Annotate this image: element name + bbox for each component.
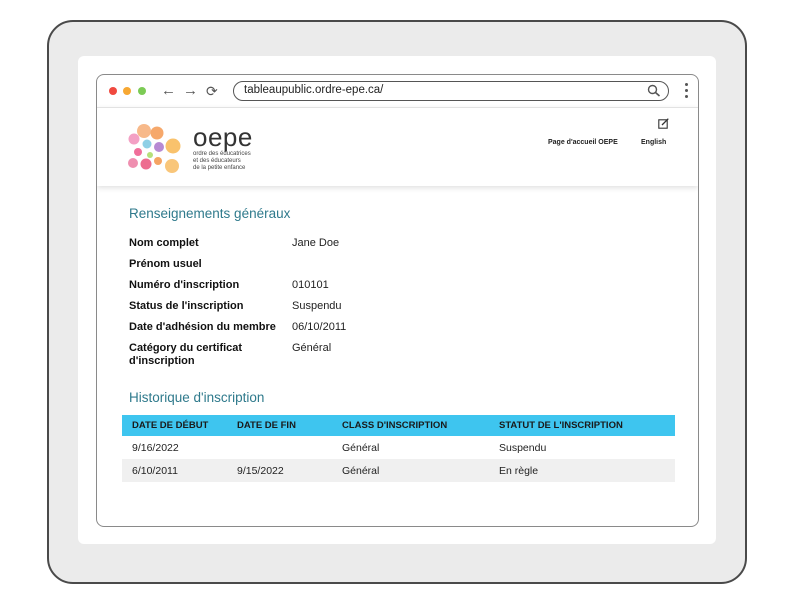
field-value-membership-date: 06/10/2011: [292, 321, 347, 333]
field-label-certificate-category: Catégory du certificat d'inscription: [129, 342, 243, 367]
column-header-class[interactable]: CLASS D'INSCRIPTION: [342, 420, 447, 431]
table-row: 6/10/2011 9/15/2022 Général En règle: [122, 459, 675, 482]
forward-arrow-icon[interactable]: →: [183, 81, 198, 101]
cell-status: En règle: [499, 465, 539, 477]
field-label-registration-status: Status de l'inscription: [129, 300, 244, 312]
reload-icon[interactable]: ⟳: [206, 81, 218, 101]
cell-start-date: 6/10/2011: [132, 465, 178, 477]
oepe-logo-text: oepe: [193, 122, 253, 152]
column-header-start-date[interactable]: DATE DE DÉBUT: [132, 420, 208, 431]
logo-sub-line-1: ordre des éducatrices: [193, 151, 251, 157]
field-label-full-name: Nom complet: [129, 237, 199, 249]
table-header-row: DATE DE DÉBUT DATE DE FIN CLASS D'INSCRI…: [122, 415, 675, 436]
logo-sub-line-3: de la petite enfance: [193, 165, 246, 171]
logo-sub-line-2: et des éducateurs: [193, 158, 241, 164]
close-window-dot[interactable]: [109, 87, 117, 95]
address-bar[interactable]: tableaupublic.ordre-epe.ca/: [233, 81, 669, 101]
browser-menu-icon[interactable]: [685, 83, 689, 99]
back-arrow-icon[interactable]: ←: [161, 81, 176, 101]
history-heading: Historique d'inscription: [129, 390, 265, 405]
field-value-registration-number: 010101: [292, 279, 329, 291]
browser-toolbar: ← → ⟳ tableaupublic.ordre-epe.ca/: [97, 75, 698, 107]
oepe-logo-icon: [128, 124, 181, 173]
field-label-usual-name: Prénom usuel: [129, 258, 202, 270]
field-label-membership-date: Date d'adhésion du membre: [129, 321, 276, 333]
cell-start-date: 9/16/2022: [132, 442, 179, 454]
url-text: tableaupublic.ordre-epe.ca/: [244, 84, 384, 96]
browser-window: ← → ⟳ tableaupublic.ordre-epe.ca/ oepe o…: [96, 74, 699, 527]
table-row: 9/16/2022 Général Suspendu: [122, 436, 675, 459]
registration-history-table: DATE DE DÉBUT DATE DE FIN CLASS D'INSCRI…: [122, 415, 675, 482]
field-value-certificate-category: Général: [292, 342, 332, 354]
edit-icon[interactable]: [658, 118, 669, 129]
cell-status: Suspendu: [499, 442, 547, 454]
english-link[interactable]: English: [641, 139, 666, 146]
cell-class: Général: [342, 442, 380, 454]
search-icon[interactable]: [646, 83, 662, 99]
column-header-status[interactable]: STATUT DE L'INSCRIPTION: [499, 420, 623, 431]
cell-end-date: 9/15/2022: [237, 465, 284, 477]
field-label-registration-number: Numéro d'inscription: [129, 279, 240, 291]
home-page-link[interactable]: Page d'accueil OEPE: [548, 139, 618, 146]
general-info-heading: Renseignements généraux: [129, 206, 291, 221]
maximize-window-dot[interactable]: [138, 87, 146, 95]
cell-class: Général: [342, 465, 380, 477]
site-header: oepe ordre des éducatrices et des éducat…: [97, 107, 698, 186]
column-header-end-date[interactable]: DATE DE FIN: [237, 420, 296, 431]
field-value-registration-status: Suspendu: [292, 300, 342, 312]
minimize-window-dot[interactable]: [123, 87, 131, 95]
field-value-full-name: Jane Doe: [292, 237, 340, 249]
oepe-logo-subtitle: ordre des éducatrices et des éducateurs …: [193, 151, 283, 172]
